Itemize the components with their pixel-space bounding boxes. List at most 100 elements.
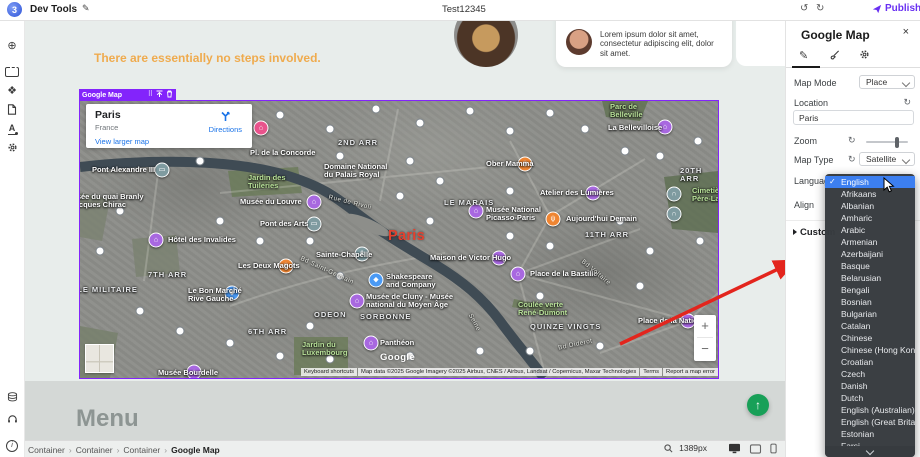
- add-element-icon[interactable]: ⊕: [0, 40, 24, 52]
- map-marker[interactable]: ⌂: [468, 203, 484, 219]
- language-option[interactable]: Amharic: [825, 212, 915, 224]
- map-marker[interactable]: ◆: [224, 285, 240, 301]
- delete-widget-icon[interactable]: [166, 90, 173, 101]
- breadcrumb-item[interactable]: Google Map: [171, 445, 220, 455]
- language-option[interactable]: Basque: [825, 260, 915, 272]
- map-marker[interactable]: ∩: [666, 186, 682, 202]
- settings-icon[interactable]: [0, 142, 24, 156]
- language-option[interactable]: Bosnian: [825, 296, 915, 308]
- redo-icon[interactable]: ↻: [816, 3, 824, 14]
- view-larger-map-link[interactable]: View larger map: [95, 137, 149, 146]
- map-marker[interactable]: ▭: [306, 216, 322, 232]
- select-parent-icon[interactable]: [156, 90, 163, 101]
- map-inset-thumbnail[interactable]: [85, 344, 114, 373]
- language-option[interactable]: Chinese: [825, 332, 915, 344]
- publish-button[interactable]: Publish: [872, 3, 920, 14]
- breadcrumb-separator: ›: [68, 445, 72, 455]
- language-option[interactable]: Bulgarian: [825, 308, 915, 320]
- zoom-reset-icon[interactable]: ↻: [848, 135, 856, 146]
- cms-icon[interactable]: [0, 392, 24, 405]
- zoom-out-button[interactable]: −: [694, 338, 716, 360]
- breadcrumb-item[interactable]: Container: [76, 445, 113, 455]
- mobile-breakpoint-icon[interactable]: [770, 443, 777, 454]
- map-marker[interactable]: ⌂: [186, 364, 202, 378]
- language-option[interactable]: ✓ English: [825, 176, 915, 188]
- app-logo[interactable]: 3: [7, 2, 22, 17]
- map-marker[interactable]: ⌂: [491, 250, 507, 266]
- language-option[interactable]: Catalan: [825, 320, 915, 332]
- dropdown-scroll-strip[interactable]: [825, 446, 915, 457]
- typography-icon[interactable]: A: [0, 122, 24, 137]
- report-map-error-link[interactable]: Report a map error: [663, 368, 718, 376]
- map-marker[interactable]: ⌂: [585, 185, 601, 201]
- tab-advanced-gear-icon[interactable]: [859, 49, 870, 63]
- page-title[interactable]: Test12345: [442, 4, 486, 15]
- undo-icon[interactable]: ↺: [800, 3, 808, 14]
- terms-link[interactable]: Terms: [640, 368, 663, 376]
- map-marker[interactable]: ⌂: [510, 266, 526, 282]
- language-option[interactable]: Arabic: [825, 224, 915, 236]
- zoom-slider-thumb[interactable]: [895, 136, 899, 148]
- map-marker[interactable]: ψ: [545, 211, 561, 227]
- language-option[interactable]: English (Great Britain): [825, 416, 915, 428]
- container-tool-icon[interactable]: [0, 66, 24, 78]
- map-marker[interactable]: ⌂: [657, 119, 673, 135]
- transit-station-dot: [371, 104, 381, 114]
- tab-style-brush-icon[interactable]: [829, 49, 840, 64]
- language-option[interactable]: Azerbaijani: [825, 248, 915, 260]
- map-marker[interactable]: ✝: [354, 246, 370, 262]
- transit-station-dot: [545, 241, 555, 251]
- keyboard-shortcuts-link[interactable]: Keyboard shortcuts: [301, 368, 357, 376]
- breadcrumb-item[interactable]: Container: [123, 445, 160, 455]
- map-type-select[interactable]: Satellite: [859, 152, 915, 166]
- drag-handle-icon[interactable]: ⠿: [148, 91, 153, 99]
- language-option[interactable]: Estonian: [825, 428, 915, 440]
- map-canvas[interactable]: Paris France Directions View larger map …: [79, 100, 719, 379]
- zoom-slider[interactable]: [866, 136, 908, 148]
- scroll-top-button[interactable]: ↑: [747, 394, 769, 416]
- canvas-zoom-value[interactable]: 1389px: [679, 443, 707, 453]
- map-marker[interactable]: ⌂: [363, 335, 379, 351]
- map-marker[interactable]: ⌂: [148, 232, 164, 248]
- zoom-label: Zoom: [794, 136, 818, 146]
- desktop-breakpoint-icon[interactable]: [728, 443, 741, 454]
- language-option[interactable]: Belarusian: [825, 272, 915, 284]
- language-option[interactable]: Armenian: [825, 236, 915, 248]
- language-option[interactable]: Danish: [825, 380, 915, 392]
- location-input[interactable]: [793, 110, 914, 125]
- language-option[interactable]: Albanian: [825, 200, 915, 212]
- pages-icon[interactable]: [0, 104, 24, 118]
- support-icon[interactable]: [0, 414, 24, 427]
- language-option[interactable]: Chinese (Hong Kong): [825, 344, 915, 356]
- map-marker[interactable]: ▭: [154, 162, 170, 178]
- language-option[interactable]: Afrikaans: [825, 188, 915, 200]
- map-marker[interactable]: ψ: [278, 258, 294, 274]
- info-icon[interactable]: i: [0, 440, 24, 452]
- map-marker[interactable]: ⌂: [306, 194, 322, 210]
- location-reset-icon[interactable]: ↻: [903, 97, 911, 108]
- language-option[interactable]: Dutch: [825, 392, 915, 404]
- tab-content-pencil-icon[interactable]: ✎: [799, 49, 808, 62]
- map-marker[interactable]: ψ: [517, 156, 533, 172]
- transit-station-dot: [255, 236, 265, 246]
- widget-handle[interactable]: Google Map ⠿: [79, 89, 176, 101]
- map-mode-select[interactable]: Place: [859, 75, 915, 89]
- map-marker[interactable]: ⌂: [253, 120, 269, 136]
- tablet-breakpoint-icon[interactable]: [749, 443, 762, 454]
- menu-heading: Menu: [76, 405, 139, 432]
- language-option[interactable]: English (Australian): [825, 404, 915, 416]
- breadcrumb-item[interactable]: Container: [28, 445, 65, 455]
- close-panel-icon[interactable]: ×: [903, 26, 909, 38]
- map-marker[interactable]: ∩: [666, 206, 682, 222]
- language-option[interactable]: Czech: [825, 368, 915, 380]
- map-marker[interactable]: ⌂: [349, 293, 365, 309]
- top-bar: 3 Dev Tools ✎ Test12345 ↺ ↻ Publish: [0, 0, 920, 21]
- zoom-in-button[interactable]: +: [694, 315, 716, 337]
- language-option[interactable]: Croatian: [825, 356, 915, 368]
- language-option[interactable]: Bengali: [825, 284, 915, 296]
- edit-title-icon[interactable]: ✎: [82, 3, 90, 14]
- map-marker[interactable]: ◆: [368, 272, 384, 288]
- directions-link[interactable]: Directions: [209, 125, 242, 134]
- components-icon[interactable]: ❖: [0, 85, 24, 97]
- map-type-reset-icon[interactable]: ↻: [848, 154, 856, 165]
